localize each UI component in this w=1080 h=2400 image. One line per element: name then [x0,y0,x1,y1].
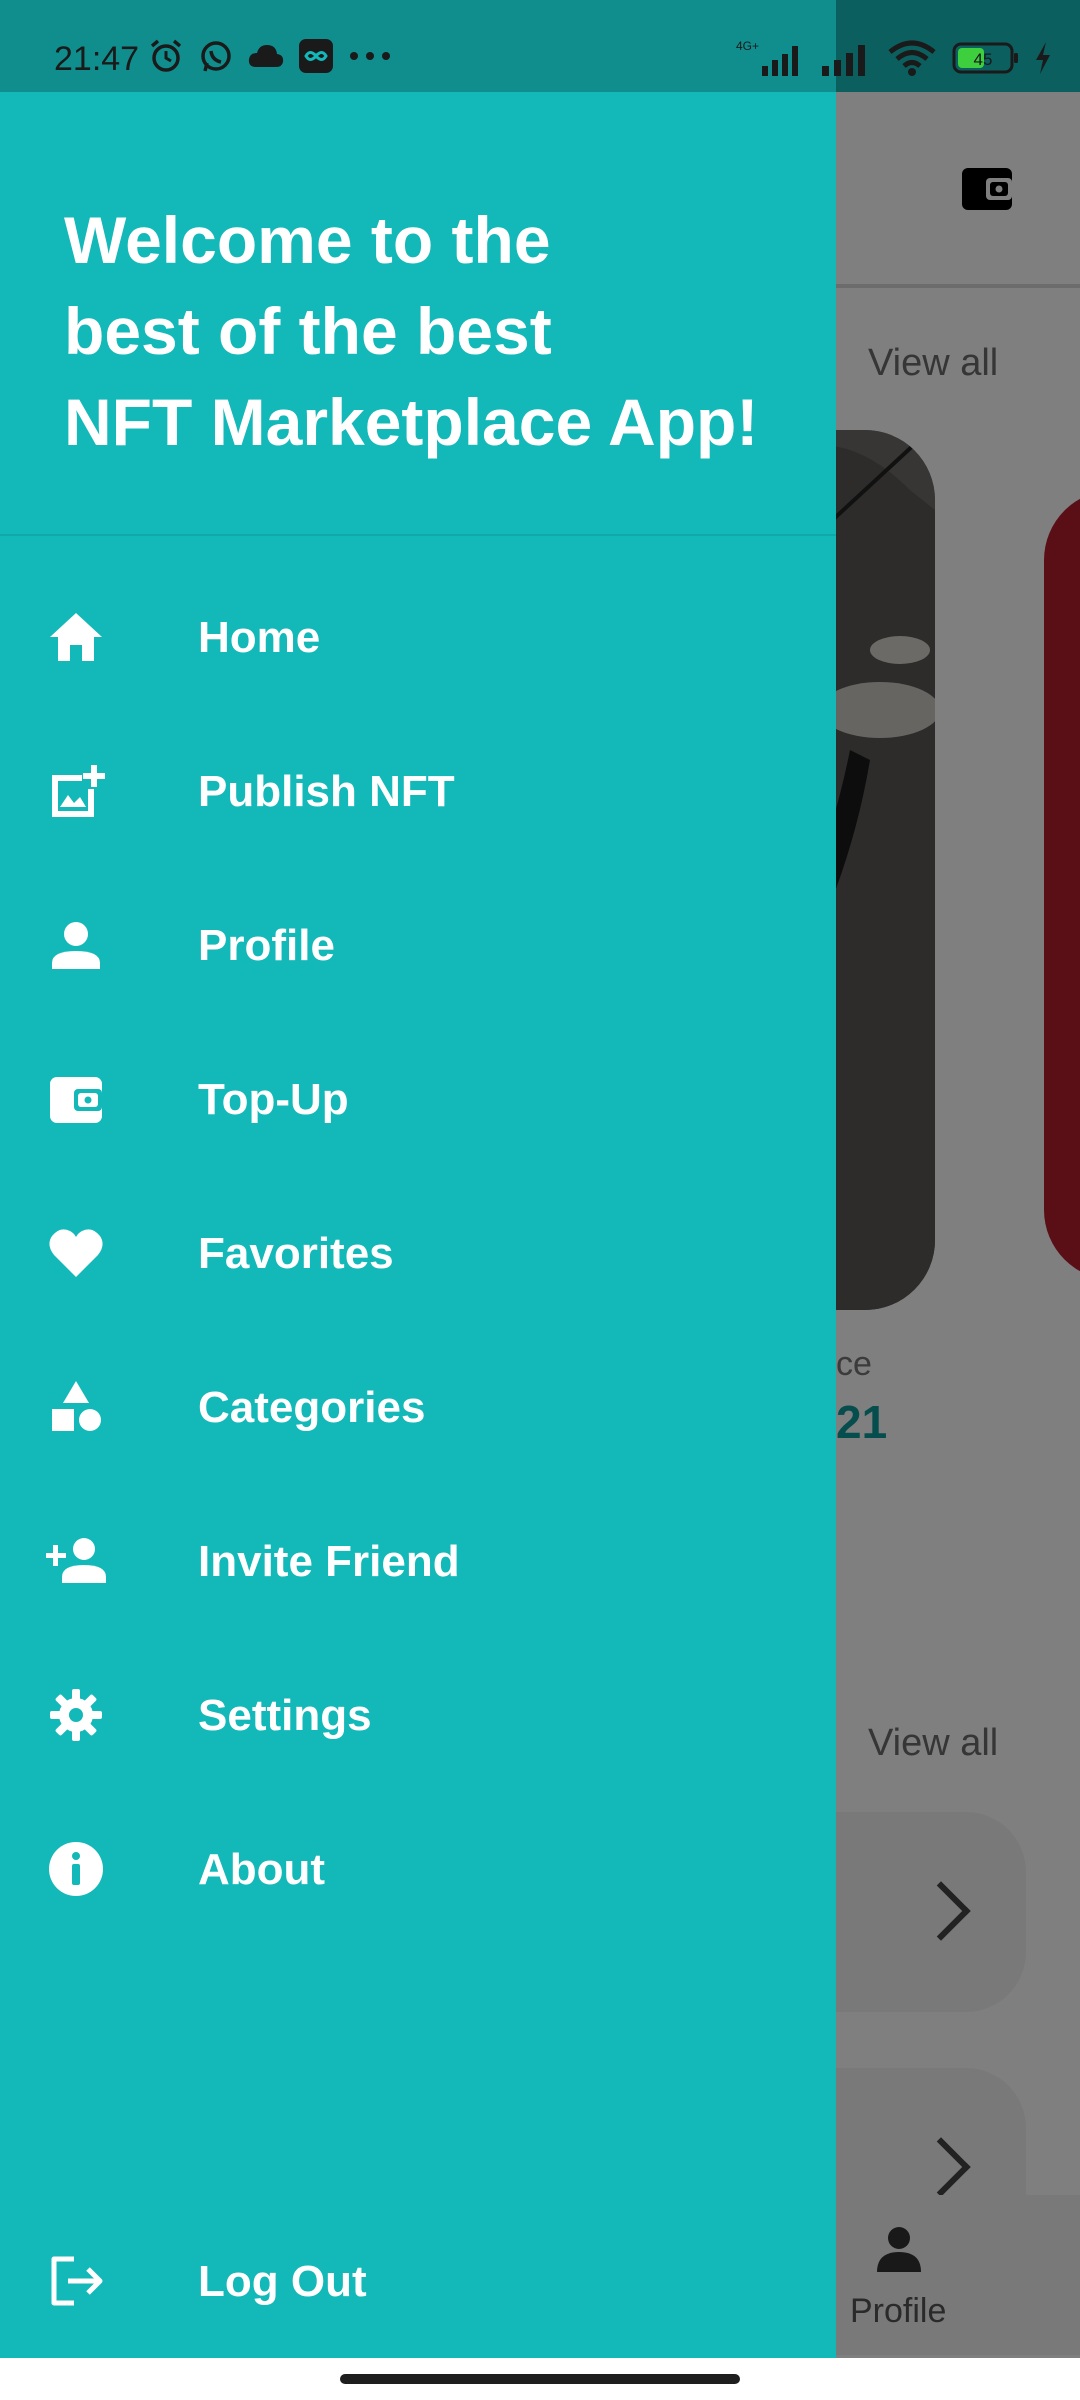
alarm-icon [150,39,182,72]
gear-icon [50,1689,102,1741]
wifi-icon [888,40,936,76]
menu-item-label: Invite Friend [198,1537,460,1586]
headline-line: best of the best [64,294,552,368]
menu-item-label: Favorites [198,1229,394,1278]
cloud-icon [248,45,284,67]
menu-item-categories[interactable]: Categories [0,1345,836,1465]
menu-item-label: Top-Up [198,1075,349,1124]
menu-item-publish-nft[interactable]: Publish NFT [0,729,836,849]
person-add-icon [46,1538,106,1583]
logout-label: Log Out [198,2257,367,2306]
signal-icon [822,45,865,76]
menu-item-favorites[interactable]: Favorites [0,1191,836,1311]
add-photo-icon [52,765,105,817]
drawer-divider [0,534,836,536]
whatsapp-icon [201,41,231,72]
menu-item-top-up[interactable]: Top-Up [0,1037,836,1157]
headline-line: Welcome to the [64,203,551,277]
menu-item-invite-friend[interactable]: Invite Friend [0,1499,836,1619]
menu-item-label: About [198,1845,326,1894]
shapes-icon [52,1381,101,1431]
wallet-icon [50,1077,102,1123]
status-notification-icons [148,38,392,74]
menu-item-profile[interactable]: Profile [0,883,836,1003]
status-time: 21:47 [54,40,140,78]
drawer-headline: Welcome to the best of the best NFT Mark… [64,195,804,468]
home-indicator[interactable] [340,2374,740,2384]
menu-item-label: Categories [198,1383,426,1432]
more-notifications-icon [350,52,390,60]
menu-item-label: Profile [198,921,335,970]
menu-item-label: Settings [198,1691,372,1740]
battery-icon: 45 [952,42,1018,74]
menu-item-home[interactable]: Home [0,575,836,695]
logout-icon [51,2256,103,2306]
menu-item-label: Publish NFT [198,767,455,816]
battery-level-text: 45 [974,50,993,69]
logout-button[interactable]: Log Out [0,2219,836,2339]
infinity-app-icon [299,39,333,73]
charging-icon [1036,42,1050,74]
network-type-label: 4G+ [736,39,759,53]
menu-item-label: Home [198,613,321,662]
signal-4g-icon: 4G+ [736,39,798,76]
person-icon [52,922,100,969]
menu-item-about[interactable]: About [0,1807,836,1927]
home-icon [50,613,102,661]
status-system-icons: 4G+ 45 [734,38,1052,78]
info-icon [49,1842,103,1896]
headline-line: NFT Marketplace App! [64,385,759,459]
menu-item-settings[interactable]: Settings [0,1653,836,1773]
heart-icon [49,1229,103,1277]
